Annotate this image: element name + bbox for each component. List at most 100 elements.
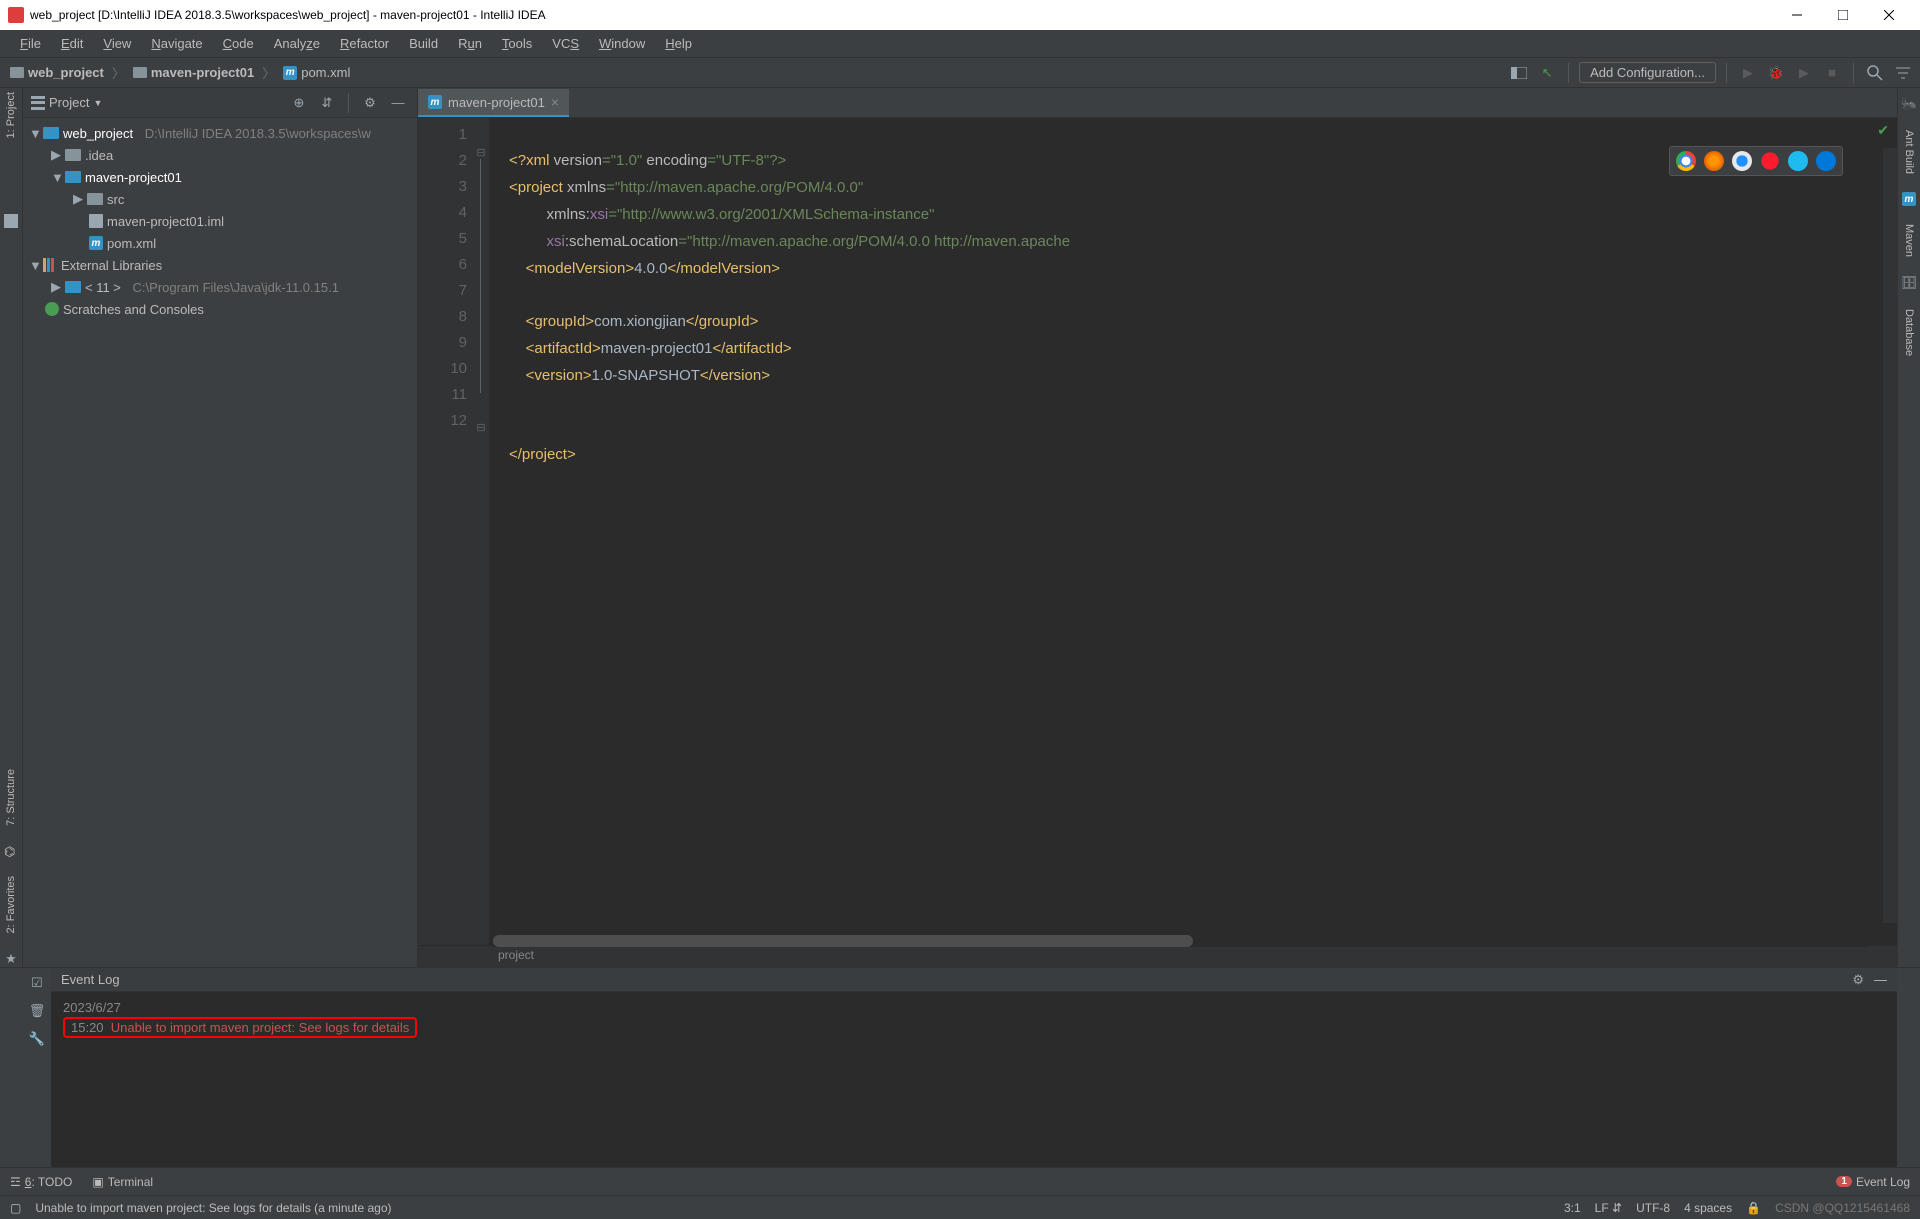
lock-icon[interactable]: 🔒	[1746, 1201, 1761, 1215]
menu-view[interactable]: View	[93, 34, 141, 53]
menu-code[interactable]: Code	[213, 34, 264, 53]
stop-icon[interactable]: ■	[1821, 62, 1843, 84]
close-button[interactable]	[1866, 0, 1912, 30]
fold-column[interactable]: ⊟⊟	[473, 118, 489, 945]
opera-icon[interactable]	[1760, 151, 1780, 171]
filter-icon[interactable]	[1892, 62, 1914, 84]
hide-icon[interactable]: —	[387, 92, 409, 114]
menu-refactor[interactable]: Refactor	[330, 34, 399, 53]
maven-file-icon: m	[428, 95, 442, 109]
menu-build[interactable]: Build	[399, 34, 448, 53]
back-icon[interactable]: ↖	[1536, 62, 1558, 84]
search-icon[interactable]	[1864, 62, 1886, 84]
ie-icon[interactable]	[1788, 151, 1808, 171]
delete-icon[interactable]: 🗑	[28, 1002, 46, 1020]
safari-icon[interactable]	[1732, 151, 1752, 171]
intellij-icon	[8, 7, 24, 23]
navigation-bar: web_project 〉 maven-project01 〉 mpom.xml…	[0, 58, 1920, 88]
code-content[interactable]: <?xml version="1.0" encoding="UTF-8"?> <…	[489, 118, 1897, 945]
firefox-icon[interactable]	[1704, 151, 1724, 171]
caret-position[interactable]: 3:1	[1564, 1201, 1581, 1215]
bottom-tool-bar: ☲6: 6: TODOTODO ▣Terminal 1Event Log	[0, 1167, 1920, 1195]
status-bar: ▢ Unable to import maven project: See lo…	[0, 1195, 1920, 1219]
database-icon[interactable]: 🗄	[1901, 275, 1918, 291]
locate-icon[interactable]: ⊕	[288, 92, 310, 114]
gear-icon[interactable]: ⚙	[359, 92, 381, 114]
tool-ant-build[interactable]: Ant Build	[1903, 130, 1915, 174]
project-tool-window: Project ▼ ⊕ ⇵ ⚙ — ▼web_project D:\Intell…	[23, 88, 418, 967]
mark-read-icon[interactable]: ☑	[28, 974, 46, 992]
editor-area: m maven-project01 × 123456789101112 ⊟⊟ <…	[418, 88, 1897, 967]
hide-icon[interactable]: —	[1864, 972, 1887, 987]
event-log-body[interactable]: 2023/6/27 15:20 Unable to import maven p…	[51, 992, 1897, 1167]
editor-breadcrumb[interactable]: project	[418, 945, 1897, 967]
line-gutter: 123456789101112	[418, 118, 473, 945]
menu-analyze[interactable]: Analyze	[264, 34, 330, 53]
editor-hscrollbar[interactable]	[493, 935, 1867, 947]
ant-icon[interactable]: 🐜	[1901, 96, 1917, 112]
chevron-right-icon: 〉	[258, 63, 279, 82]
event-log-toolbar: ☑ 🗑 🔧	[23, 968, 51, 1167]
inspection-ok-icon[interactable]: ✔	[1877, 122, 1889, 139]
coverage-icon[interactable]: ▶	[1793, 62, 1815, 84]
edge-icon[interactable]	[1816, 151, 1836, 171]
star-icon: ★	[5, 951, 17, 967]
file-encoding[interactable]: UTF-8	[1636, 1201, 1670, 1215]
line-separator[interactable]: LF ⇵	[1595, 1201, 1622, 1215]
tool-todo[interactable]: ☲6: 6: TODOTODO	[10, 1175, 72, 1189]
tool-favorites[interactable]: 2: Favorites	[5, 876, 17, 933]
menu-navigate[interactable]: Navigate	[141, 34, 212, 53]
left-tool-strip: 1: Project 7: Structure ⌬ 2: Favorites ★	[0, 88, 23, 967]
tool-database[interactable]: Database	[1903, 309, 1915, 356]
menu-vcs[interactable]: VCS	[542, 34, 589, 53]
menu-file[interactable]: FFileile	[10, 34, 51, 53]
event-log-title: Event Log	[61, 972, 120, 987]
event-error-highlighted[interactable]: 15:20 Unable to import maven project: Se…	[63, 1017, 417, 1038]
window-titlebar: web_project [D:\IntelliJ IDEA 2018.3.5\w…	[0, 0, 1920, 30]
debug-icon[interactable]: 🐞	[1765, 62, 1787, 84]
project-tree[interactable]: ▼web_project D:\IntelliJ IDEA 2018.3.5\w…	[23, 118, 417, 967]
menu-bar: FFileile Edit View Navigate Code Analyze…	[0, 30, 1920, 58]
chrome-icon[interactable]	[1676, 151, 1696, 171]
close-tab-icon[interactable]: ×	[551, 94, 559, 110]
browser-preview-strip	[1669, 146, 1843, 176]
minimize-button[interactable]	[1774, 0, 1820, 30]
structure-icon: ⌬	[4, 844, 18, 858]
menu-tools[interactable]: Tools	[492, 34, 542, 53]
breadcrumb-module[interactable]: maven-project01	[129, 65, 258, 80]
maven-icon[interactable]: m	[1902, 192, 1916, 206]
maximize-button[interactable]	[1820, 0, 1866, 30]
add-configuration-button[interactable]: Add Configuration...	[1579, 62, 1716, 83]
editor-tab-pom[interactable]: m maven-project01 ×	[418, 89, 569, 117]
status-icon[interactable]: ▢	[10, 1201, 21, 1215]
collapse-icon[interactable]: ⇵	[316, 92, 338, 114]
editor-vscrollbar[interactable]	[1883, 148, 1897, 923]
menu-help[interactable]: Help	[655, 34, 702, 53]
error-badge: 1	[1836, 1176, 1852, 1187]
tool-maven[interactable]: Maven	[1903, 224, 1915, 257]
tool-terminal[interactable]: ▣Terminal	[92, 1175, 153, 1189]
indent-info[interactable]: 4 spaces	[1684, 1201, 1732, 1215]
tool-event-log[interactable]: 1Event Log	[1836, 1175, 1910, 1189]
code-editor[interactable]: 123456789101112 ⊟⊟ <?xml version="1.0" e…	[418, 118, 1897, 945]
event-date: 2023/6/27	[63, 998, 1885, 1017]
right-tool-strip: 🐜 Ant Build m Maven 🗄 Database	[1897, 88, 1920, 967]
menu-window[interactable]: Window	[589, 34, 655, 53]
chevron-down-icon: ▼	[93, 98, 102, 108]
tool-structure[interactable]: 7: Structure	[5, 769, 17, 826]
watermark: CSDN @QQ1215461468	[1775, 1201, 1910, 1215]
chevron-right-icon: 〉	[108, 63, 129, 82]
breadcrumb-file[interactable]: mpom.xml	[279, 65, 354, 80]
project-group-icon[interactable]	[4, 214, 18, 228]
window-title: web_project [D:\IntelliJ IDEA 2018.3.5\w…	[30, 8, 546, 22]
project-view-selector[interactable]: Project ▼	[31, 95, 102, 110]
run-icon[interactable]: ▶	[1737, 62, 1759, 84]
gear-icon[interactable]: ⚙	[1852, 972, 1864, 988]
event-log-panel: ☑ 🗑 🔧 Event Log ⚙ — 2023/6/27 15:20 Unab…	[0, 967, 1920, 1167]
layout-icon[interactable]	[1508, 62, 1530, 84]
breadcrumb-project[interactable]: web_project	[6, 65, 108, 80]
menu-edit[interactable]: Edit	[51, 34, 93, 53]
tool-project[interactable]: 1: Project	[5, 92, 17, 138]
menu-run[interactable]: Run	[448, 34, 492, 53]
wrench-icon[interactable]: 🔧	[28, 1030, 46, 1048]
